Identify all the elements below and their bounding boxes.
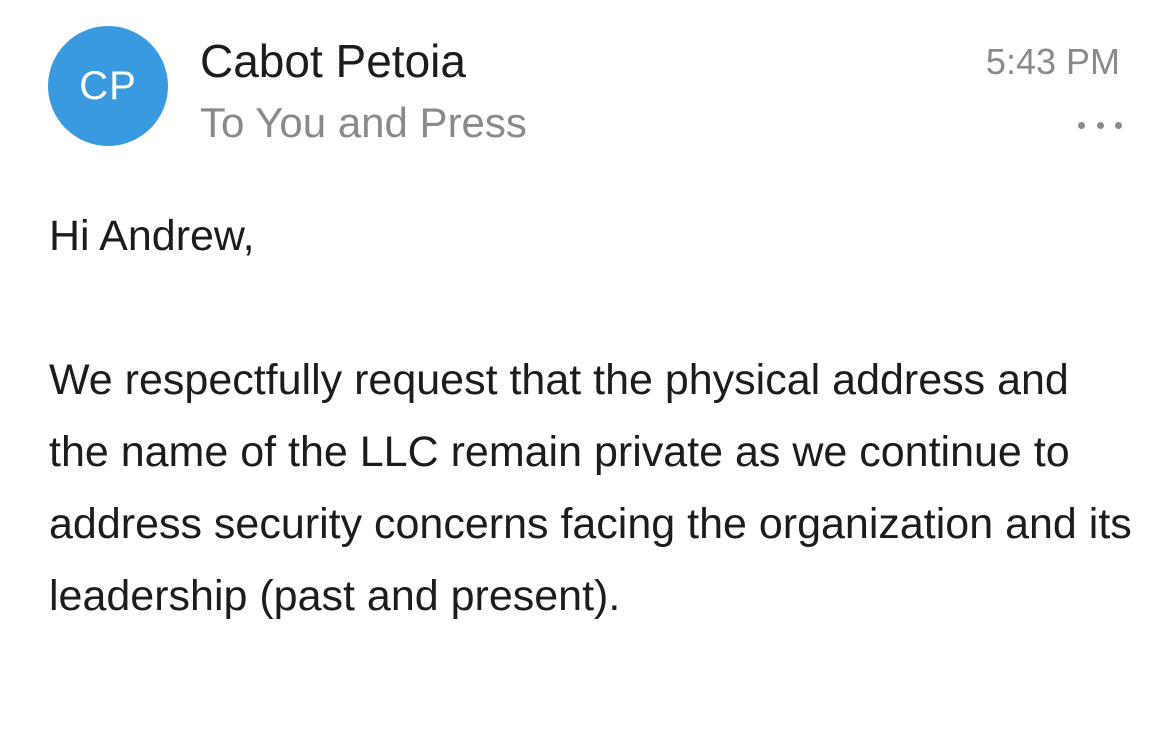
avatar[interactable]: CP [48, 26, 168, 146]
ellipsis-icon [1078, 121, 1085, 129]
sender-name[interactable]: Cabot Petoia [200, 34, 466, 88]
email-paragraph: We respectfully request that the physica… [49, 356, 1132, 620]
ellipsis-icon-dot [1096, 121, 1104, 129]
recipients-line[interactable]: To You and Press [200, 98, 527, 148]
avatar-initials: CP [79, 63, 137, 108]
timestamp: 5:43 PM [985, 41, 1120, 82]
email-greeting: Hi Andrew, [49, 212, 255, 260]
email-body: Hi Andrew, We respectfully request that … [49, 200, 1139, 632]
email-header: CP Cabot Petoia To You and Press 5:43 PM [0, 0, 1170, 170]
more-options-button[interactable] [1078, 110, 1122, 140]
ellipsis-icon-dot [1115, 121, 1122, 129]
